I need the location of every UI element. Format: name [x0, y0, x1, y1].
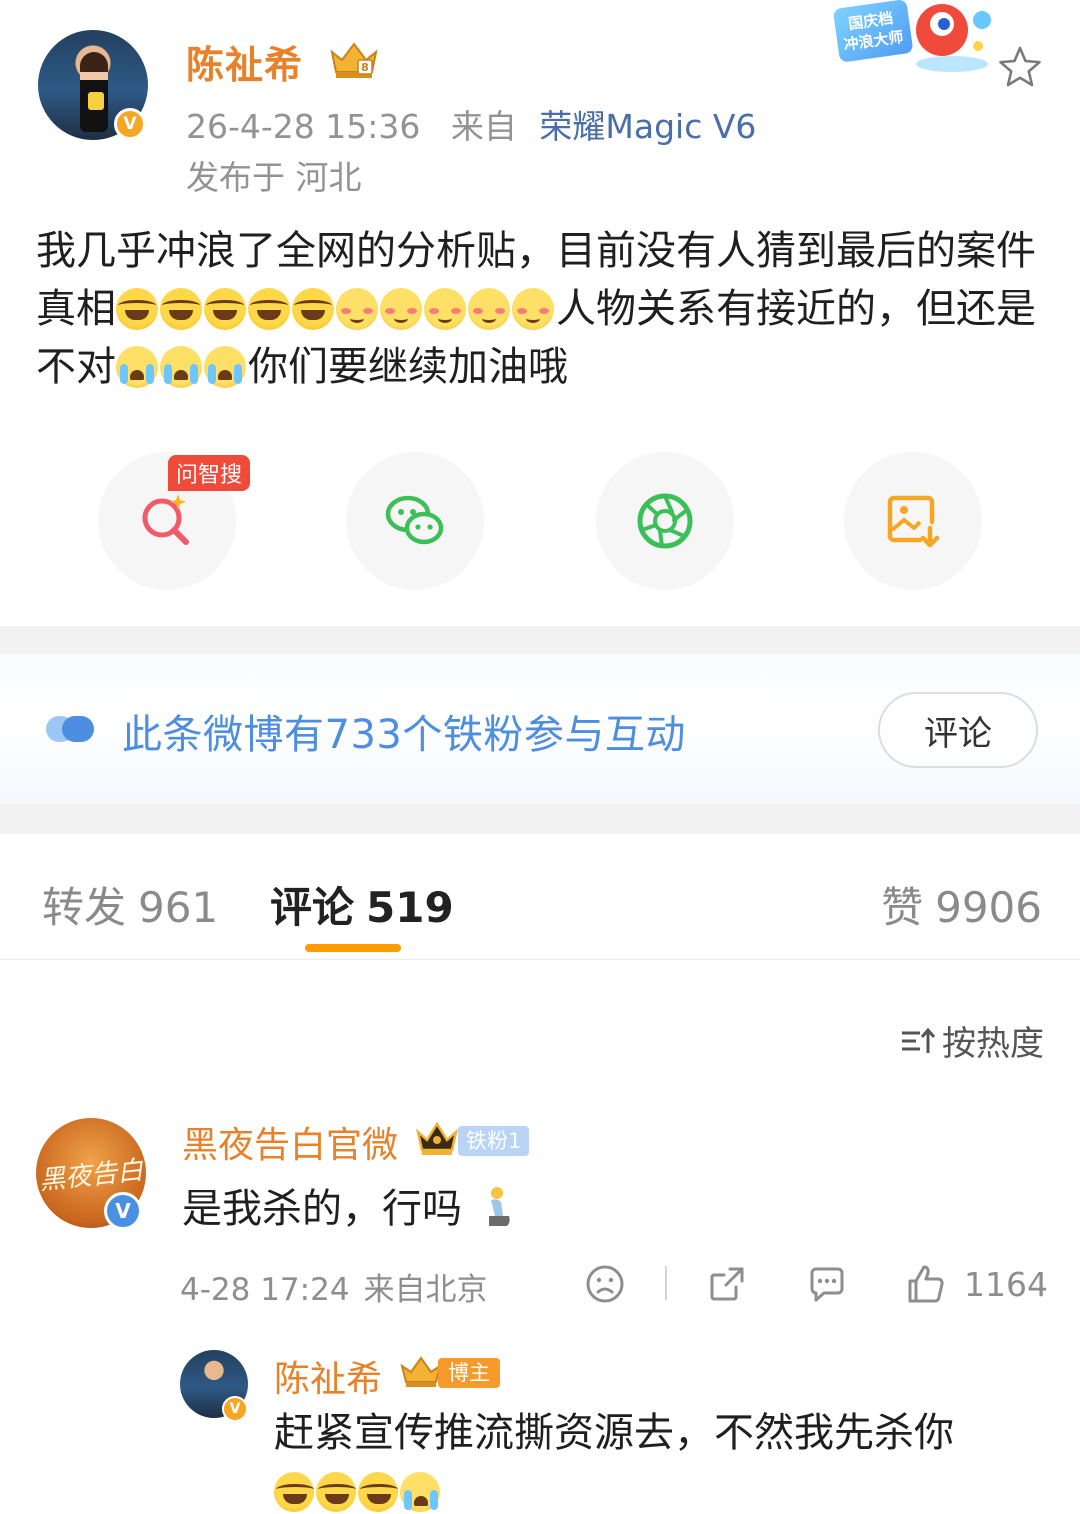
tab-reposts-count: 961: [138, 883, 219, 932]
active-tab-indicator: [305, 944, 401, 952]
fan-interaction-text: 此条微博有733个铁粉参与互动: [122, 712, 686, 758]
tab-likes[interactable]: 赞 9906: [881, 874, 1042, 935]
post-location: 发布于 河北: [186, 158, 362, 197]
commenter-avatar-text: 黑夜告白: [37, 1155, 145, 1196]
emoji-laugh-cry-icon: [316, 1472, 356, 1512]
post-date: 26-4-28 15:36: [186, 107, 421, 146]
emoji-laugh-cry-icon: [204, 288, 246, 330]
post-header: V 陈祉希 8 26-4-28 15:36 来自 荣耀Magic V6 发布于 …: [0, 0, 1080, 200]
avatar-popcorn: [88, 92, 104, 110]
repost-comment-button[interactable]: [706, 1262, 748, 1306]
dislike-button[interactable]: [584, 1262, 626, 1306]
tab-comments[interactable]: 评论 519: [270, 874, 454, 935]
save-image-icon: [887, 495, 940, 548]
verified-gold-icon: V: [222, 1396, 248, 1422]
emoji-blush-icon: [512, 288, 554, 330]
post-meta: 26-4-28 15:36 来自 荣耀Magic V6: [186, 100, 756, 148]
moments-icon: [637, 493, 693, 549]
share-arrow-icon: [710, 1267, 744, 1301]
emoji-laugh-cry-icon: [274, 1472, 314, 1512]
emoji-laugh-cry-icon: [160, 288, 202, 330]
emoji-laugh-cry-icon: [358, 1472, 398, 1512]
comment-source: 来自北京: [363, 1272, 488, 1308]
emoji-blush-icon: [468, 288, 510, 330]
comment-time: 4-28 17:24: [180, 1272, 350, 1308]
tab-comments-label: 评论: [270, 883, 355, 932]
emoji-cry-icon: [160, 346, 202, 388]
section-divider: [0, 626, 1080, 654]
fan-bubbles-icon: [46, 716, 94, 742]
post-text: 我几乎冲浪了全网的分析贴，目前没有人猜到最后的案件真相 人物关系有接近的，但还是不…: [36, 222, 1046, 396]
emoji-laugh-cry-icon: [248, 288, 290, 330]
tab-likes-label: 赞: [881, 883, 924, 932]
commenter-name[interactable]: 黑夜告白官微: [182, 1116, 398, 1168]
action-divider: [665, 1266, 667, 1300]
reply-button[interactable]: [806, 1262, 848, 1306]
emoji-laugh-cry-icon: [292, 288, 334, 330]
thumbs-up-icon: [908, 1265, 944, 1303]
like-count: 1164: [964, 1264, 1048, 1304]
tab-comments-count: 519: [366, 883, 454, 932]
comment-text: 是我杀的，行吗: [182, 1176, 515, 1234]
tab-likes-count: 9906: [935, 883, 1042, 932]
comment-bubble-icon: [810, 1267, 844, 1302]
svg-text:8: 8: [361, 61, 369, 74]
emoji-blush-icon: [380, 288, 422, 330]
share-row: [0, 452, 1080, 592]
section-divider: [0, 804, 1080, 834]
sort-toggle[interactable]: 按热度: [900, 1016, 1044, 1065]
save-image-button[interactable]: [844, 452, 982, 590]
reply-text-body: 赶紧宣传推流撕资源去，不然我先杀你: [274, 1410, 954, 1456]
emoji-cry-icon: [116, 346, 158, 388]
content-fade: [440, 1468, 620, 1514]
emoji-kneeling-person-icon: [488, 1187, 510, 1226]
sad-face-icon: [586, 1265, 624, 1303]
comment-text-body: 是我杀的，行吗: [182, 1186, 462, 1232]
post-stats-tabs: 转发 961 评论 519 赞 9906: [0, 834, 1080, 960]
wechat-icon: [385, 495, 444, 545]
emoji-cry-icon: [204, 346, 246, 388]
reply-author-name[interactable]: 陈祉希: [274, 1350, 382, 1402]
emoji-laugh-cry-icon: [116, 288, 158, 330]
ai-search-icon: [142, 494, 189, 545]
sort-label: 按热度: [942, 1024, 1044, 1064]
favorite-star-icon[interactable]: [996, 44, 1044, 92]
like-button[interactable]: 1164: [904, 1262, 1048, 1306]
tab-reposts[interactable]: 转发 961: [42, 874, 218, 935]
campaign-badge-icon[interactable]: 国庆档 冲浪大师: [832, 0, 1002, 78]
share-wechat-button[interactable]: [346, 452, 484, 590]
post-source-device[interactable]: 荣耀Magic V6: [539, 107, 756, 146]
fan-interaction-strip: 此条微博有733个铁粉参与互动 评论: [0, 654, 1080, 804]
author-name[interactable]: 陈祉希: [186, 34, 303, 89]
iron-fan-badge[interactable]: 铁粉1: [458, 1126, 530, 1156]
verified-gold-icon: V: [114, 108, 146, 140]
crown-vip-icon[interactable]: [414, 1120, 460, 1158]
tab-reposts-label: 转发: [42, 883, 127, 932]
comment-meta: 4-28 17:24 来自北京: [180, 1264, 488, 1309]
sort-icon: [902, 1027, 936, 1053]
crown-badge-icon[interactable]: 8: [328, 38, 380, 80]
poster-badge: 博主: [438, 1358, 500, 1388]
fan-comment-button[interactable]: 评论: [878, 692, 1038, 768]
emoji-cry-icon: [400, 1472, 440, 1512]
emoji-blush-icon: [424, 288, 466, 330]
post-text-part-3: 你们要继续加油哦: [248, 344, 568, 390]
reply-text: 赶紧宣传推流撕资源去，不然我先杀你: [274, 1404, 1054, 1514]
emoji-blush-icon: [336, 288, 378, 330]
post-source-label: 来自: [450, 107, 517, 146]
share-moments-button[interactable]: [596, 452, 734, 590]
verified-blue-icon: V: [104, 1192, 142, 1230]
ai-search-tag: 问智搜: [168, 455, 251, 491]
